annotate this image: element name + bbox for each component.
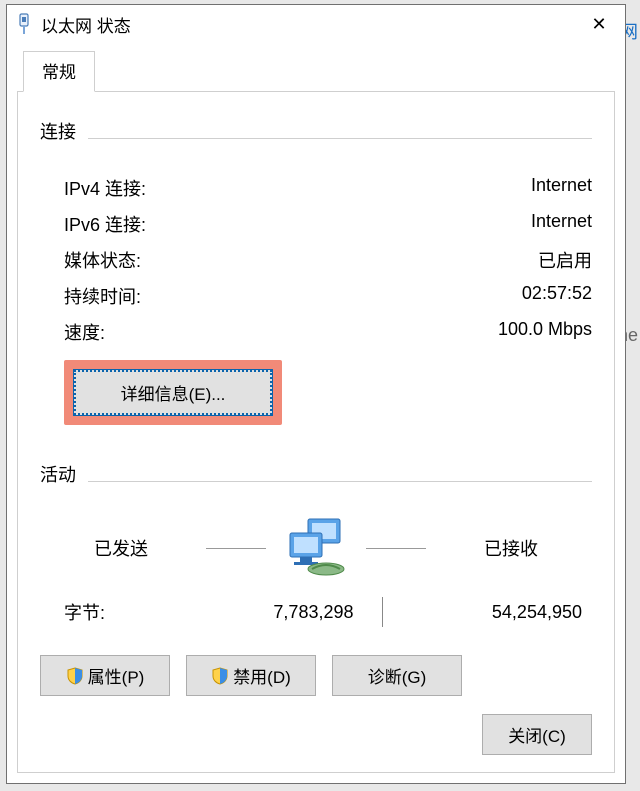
disable-button[interactable]: 禁用(D) [186,655,316,696]
tabstrip: 常规 [17,51,615,92]
ipv6-value: Internet [531,211,592,237]
bytes-sent-value: 7,783,298 [154,602,382,623]
media-row: 媒体状态: 已启用 [64,247,592,273]
properties-button-label: 属性(P) [88,663,145,688]
duration-value: 02:57:52 [522,283,592,309]
diagnose-button-label: 诊断(G) [368,663,427,688]
divider [366,548,426,549]
close-dialog-button-label: 关闭(C) [508,722,566,747]
tabpage-general: 连接 IPv4 连接: Internet IPv6 连接: Internet 媒… [17,91,615,773]
network-activity-icon [276,513,356,583]
speed-value: 100.0 Mbps [498,319,592,345]
footer-row: 关闭(C) [40,696,592,755]
close-dialog-button[interactable]: 关闭(C) [482,714,592,755]
bytes-received-value: 54,254,950 [383,602,593,623]
activity-indicator-row: 已发送 [40,513,592,583]
diagnose-button[interactable]: 诊断(G) [332,655,462,696]
bytes-label: 字节: [64,599,154,625]
action-button-row: 属性(P) 禁用(D) 诊断(G) [40,655,592,696]
client-area: 常规 连接 IPv4 连接: Internet IPv6 连接: Interne… [7,43,625,783]
divider [206,548,266,549]
divider [88,481,592,482]
ipv4-label: IPv4 连接: [64,175,146,201]
shield-icon [211,667,229,685]
tab-general[interactable]: 常规 [23,51,95,92]
window-title: 以太网 状态 [41,12,131,37]
duration-label: 持续时间: [64,283,141,309]
activity-section-title: 活动 [40,461,76,487]
shield-icon [66,667,84,685]
ipv4-value: Internet [531,175,592,201]
ipv4-row: IPv4 连接: Internet [64,175,592,201]
disable-button-label: 禁用(D) [233,663,291,688]
network-adapter-icon [15,13,33,35]
speed-label: 速度: [64,319,105,345]
speed-row: 速度: 100.0 Mbps [64,319,592,345]
close-icon: ✕ [591,14,606,35]
ipv6-row: IPv6 连接: Internet [64,211,592,237]
received-label: 已接收 [436,535,586,561]
titlebar: 以太网 状态 ✕ [7,5,625,43]
media-label: 媒体状态: [64,247,141,273]
connection-section-title: 连接 [40,118,76,144]
tab-general-label: 常规 [42,63,76,82]
close-button[interactable]: ✕ [577,9,621,39]
details-button[interactable]: 详细信息(E)... [74,370,272,415]
ipv6-label: IPv6 连接: [64,211,146,237]
details-button-label: 详细信息(E)... [121,385,226,404]
ethernet-status-dialog: 以太网 状态 ✕ 常规 连接 IPv4 连接: Internet IPv6 连接… [6,4,626,784]
activity-section-header: 活动 [40,461,592,501]
properties-button[interactable]: 属性(P) [40,655,170,696]
details-highlight: 详细信息(E)... [64,360,282,425]
bytes-row: 字节: 7,783,298 54,254,950 [40,597,592,627]
divider [88,138,592,139]
media-value: 已启用 [538,247,592,273]
duration-row: 持续时间: 02:57:52 [64,283,592,309]
activity-section: 活动 已发送 [40,453,592,627]
connection-section-header: 连接 [40,118,592,158]
sent-label: 已发送 [46,535,196,561]
